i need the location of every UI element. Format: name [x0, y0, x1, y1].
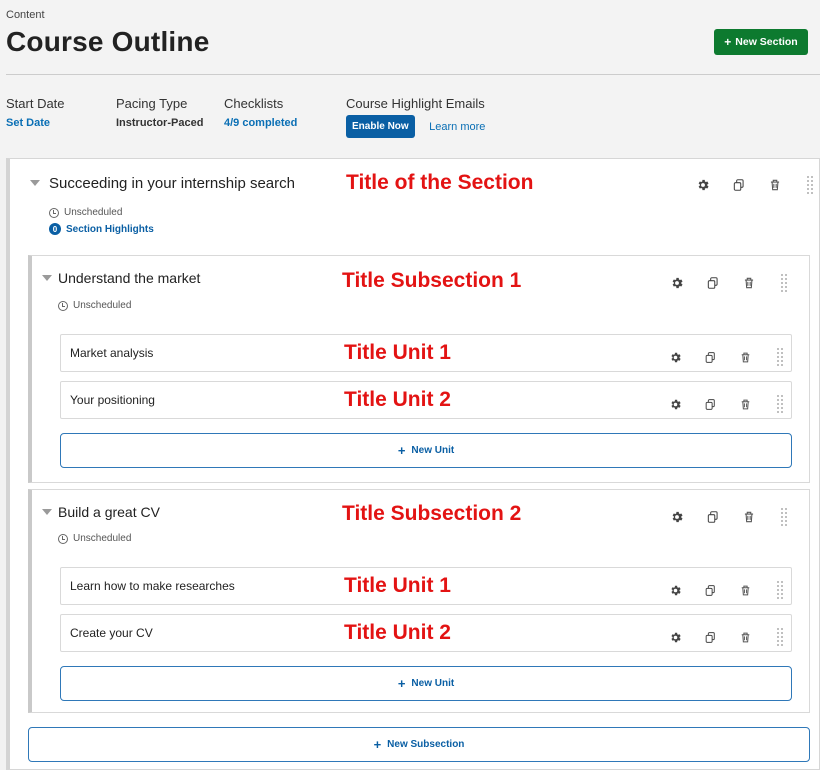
trash-icon[interactable]	[739, 631, 752, 644]
plus-icon: +	[397, 443, 406, 458]
subsection-schedule-text: Unscheduled	[73, 300, 132, 311]
trash-icon[interactable]	[742, 276, 756, 290]
unit-title: Create your CV	[70, 626, 153, 640]
set-date-link[interactable]: Set Date	[6, 117, 65, 129]
section-highlights-link[interactable]: 0 Section Highlights	[49, 223, 154, 235]
drag-handle-icon[interactable]	[776, 347, 784, 367]
start-date-label: Start Date	[6, 96, 65, 111]
gear-icon[interactable]	[669, 398, 682, 411]
subsection-understand-the-market: Understand the market Title Subsection 1…	[28, 255, 810, 483]
subsection-title[interactable]: Understand the market	[58, 270, 200, 286]
drag-handle-icon[interactable]	[780, 273, 788, 293]
pacing-type-value: Instructor-Paced	[116, 117, 204, 129]
trash-icon[interactable]	[739, 398, 752, 411]
subsection-schedule-text: Unscheduled	[73, 533, 132, 544]
subsection-schedule: Unscheduled	[58, 300, 131, 311]
new-section-label: New Section	[735, 36, 798, 48]
caret-down-icon[interactable]	[30, 180, 40, 186]
copy-icon[interactable]	[704, 584, 717, 597]
copy-icon[interactable]	[732, 178, 746, 192]
header-divider	[6, 74, 820, 75]
section-highlights-label: Section Highlights	[66, 223, 154, 235]
new-unit-label: New Unit	[411, 678, 455, 689]
section-annotation: Title of the Section	[346, 171, 534, 194]
drag-handle-icon[interactable]	[776, 580, 784, 600]
plus-icon: +	[397, 676, 406, 691]
unit-title: Your positioning	[70, 393, 155, 407]
gear-icon[interactable]	[670, 510, 684, 524]
unit-actions	[669, 347, 784, 367]
highlights-count-badge: 0	[49, 223, 61, 235]
section-title[interactable]: Succeeding in your internship search	[49, 175, 295, 192]
copy-icon[interactable]	[704, 398, 717, 411]
unit-market-analysis[interactable]: Market analysis Title Unit 1	[60, 334, 792, 372]
checklists-link[interactable]: 4/9 completed	[224, 117, 297, 129]
gear-icon[interactable]	[669, 351, 682, 364]
drag-handle-icon[interactable]	[776, 627, 784, 647]
gear-icon[interactable]	[696, 178, 710, 192]
unit-actions	[669, 627, 784, 647]
unit-title: Market analysis	[70, 346, 154, 360]
unit-annotation: Title Unit 2	[344, 621, 451, 644]
unit-annotation: Title Unit 1	[344, 574, 451, 597]
copy-icon[interactable]	[704, 351, 717, 364]
subsection-build-a-great-cv: Build a great CV Title Subsection 2 Unsc…	[28, 489, 810, 713]
new-unit-label: New Unit	[411, 445, 455, 456]
unit-actions	[669, 394, 784, 414]
breadcrumb: Content	[6, 9, 45, 21]
section-schedule-text: Unscheduled	[64, 207, 123, 218]
trash-icon[interactable]	[742, 510, 756, 524]
unit-annotation: Title Unit 1	[344, 341, 451, 364]
enable-now-button[interactable]: Enable Now	[346, 115, 415, 138]
subsection-actions	[670, 273, 788, 293]
subsection-annotation: Title Subsection 1	[342, 269, 522, 292]
learn-more-link[interactable]: Learn more	[429, 121, 485, 133]
drag-handle-icon[interactable]	[806, 175, 814, 195]
unit-learn-how-to-make-researches[interactable]: Learn how to make researches Title Unit …	[60, 567, 792, 605]
new-unit-button[interactable]: + New Unit	[60, 666, 792, 701]
drag-handle-icon[interactable]	[780, 507, 788, 527]
plus-icon: +	[373, 737, 382, 752]
plus-icon: +	[724, 35, 732, 49]
section-schedule: Unscheduled	[49, 207, 122, 218]
unit-your-positioning[interactable]: Your positioning Title Unit 2	[60, 381, 792, 419]
trash-icon[interactable]	[739, 351, 752, 364]
copy-icon[interactable]	[706, 510, 720, 524]
unit-actions	[669, 580, 784, 600]
gear-icon[interactable]	[670, 276, 684, 290]
new-unit-button[interactable]: + New Unit	[60, 433, 792, 468]
subsection-actions	[670, 507, 788, 527]
checklists-label: Checklists	[224, 96, 284, 111]
subsection-annotation: Title Subsection 2	[342, 502, 522, 525]
highlight-emails-meta: Course Highlight Emails Enable Now Learn…	[346, 96, 485, 138]
subsection-title[interactable]: Build a great CV	[58, 504, 160, 520]
pacing-type-label: Pacing Type	[116, 96, 188, 111]
highlight-emails-label: Course Highlight Emails	[346, 96, 485, 111]
course-section: Succeeding in your internship search Tit…	[6, 158, 820, 770]
start-date-meta: Start Date Set Date	[6, 96, 65, 129]
new-subsection-button[interactable]: + New Subsection	[28, 727, 810, 762]
checklists-meta: Checklists 4/9 completed	[224, 96, 297, 129]
subsection-schedule: Unscheduled	[58, 533, 131, 544]
section-actions	[696, 175, 814, 195]
caret-down-icon[interactable]	[42, 275, 52, 281]
copy-icon[interactable]	[706, 276, 720, 290]
unit-title: Learn how to make researches	[70, 579, 235, 593]
unit-create-your-cv[interactable]: Create your CV Title Unit 2	[60, 614, 792, 652]
drag-handle-icon[interactable]	[776, 394, 784, 414]
pacing-meta: Pacing Type Instructor-Paced	[116, 96, 203, 129]
unit-annotation: Title Unit 2	[344, 388, 451, 411]
caret-down-icon[interactable]	[42, 509, 52, 515]
gear-icon[interactable]	[669, 631, 682, 644]
trash-icon[interactable]	[739, 584, 752, 597]
new-subsection-label: New Subsection	[387, 739, 465, 750]
copy-icon[interactable]	[704, 631, 717, 644]
page-title: Course Outline	[6, 26, 210, 57]
clock-icon	[58, 300, 68, 311]
new-section-button[interactable]: + New Section	[714, 29, 808, 55]
clock-icon	[58, 533, 68, 544]
trash-icon[interactable]	[768, 178, 782, 192]
clock-icon	[49, 207, 59, 218]
gear-icon[interactable]	[669, 584, 682, 597]
